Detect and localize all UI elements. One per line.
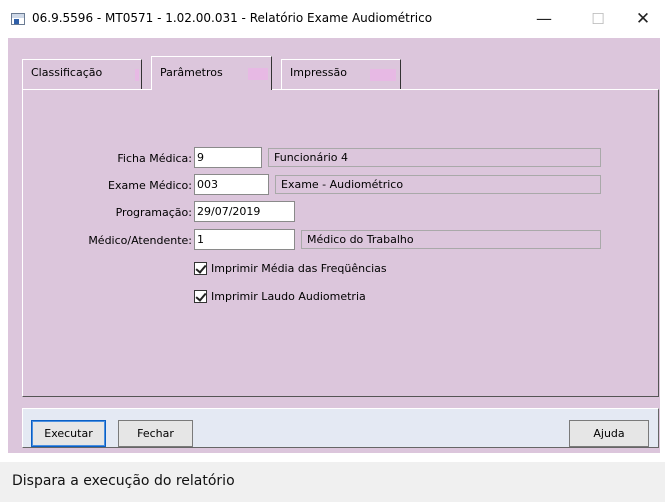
status-text: Dispara a execução do relatório	[12, 473, 235, 489]
window-title: 06.9.5596 - MT0571 - 1.02.00.031 - Relat…	[32, 11, 433, 25]
ficha-medica-description: Funcionário 4	[268, 148, 601, 167]
tab-classificacao[interactable]: Classificação	[22, 59, 142, 89]
exame-medico-description: Exame - Audiométrico	[275, 175, 601, 194]
ficha-medica-field[interactable]: 9	[194, 147, 262, 168]
imprimir-laudo-checkbox[interactable]	[194, 290, 207, 303]
programacao-field[interactable]: 29/07/2019	[194, 201, 295, 222]
tab-label: Classificação	[31, 66, 103, 79]
imprimir-media-label[interactable]: Imprimir Média das Freqüências	[211, 262, 387, 275]
medico-atendente-field[interactable]: 1	[194, 229, 295, 250]
app-icon	[11, 13, 25, 25]
ficha-medica-label: Ficha Médica:	[117, 152, 192, 165]
tab-impressao[interactable]: Impressão	[281, 59, 401, 89]
medico-atendente-description: Médico do Trabalho	[301, 230, 601, 249]
medico-atendente-label: Médico/Atendente:	[88, 234, 192, 247]
ajuda-button[interactable]: Ajuda	[569, 420, 649, 447]
maximize-button[interactable]: ☐	[576, 4, 620, 34]
exame-medico-label: Exame Médico:	[108, 179, 192, 192]
tab-color-swatch	[135, 69, 139, 81]
status-bar: Dispara a execução do relatório	[0, 462, 665, 502]
tab-label: Impressão	[290, 66, 347, 79]
executar-button[interactable]: Executar	[31, 420, 106, 447]
programacao-label: Programação:	[115, 206, 192, 219]
imprimir-laudo-label[interactable]: Imprimir Laudo Audiometria	[211, 290, 366, 303]
minimize-button[interactable]: —	[522, 4, 566, 34]
close-button[interactable]: ✕	[621, 4, 665, 34]
tab-color-swatch	[370, 69, 396, 81]
fechar-button[interactable]: Fechar	[118, 420, 193, 447]
tab-color-swatch	[248, 68, 268, 80]
exame-medico-field[interactable]: 003	[194, 174, 269, 195]
tab-parametros[interactable]: Parâmetros	[151, 56, 272, 90]
title-bar: 06.9.5596 - MT0571 - 1.02.00.031 - Relat…	[0, 0, 665, 38]
imprimir-media-checkbox[interactable]	[194, 262, 207, 275]
tab-label: Parâmetros	[160, 66, 223, 79]
